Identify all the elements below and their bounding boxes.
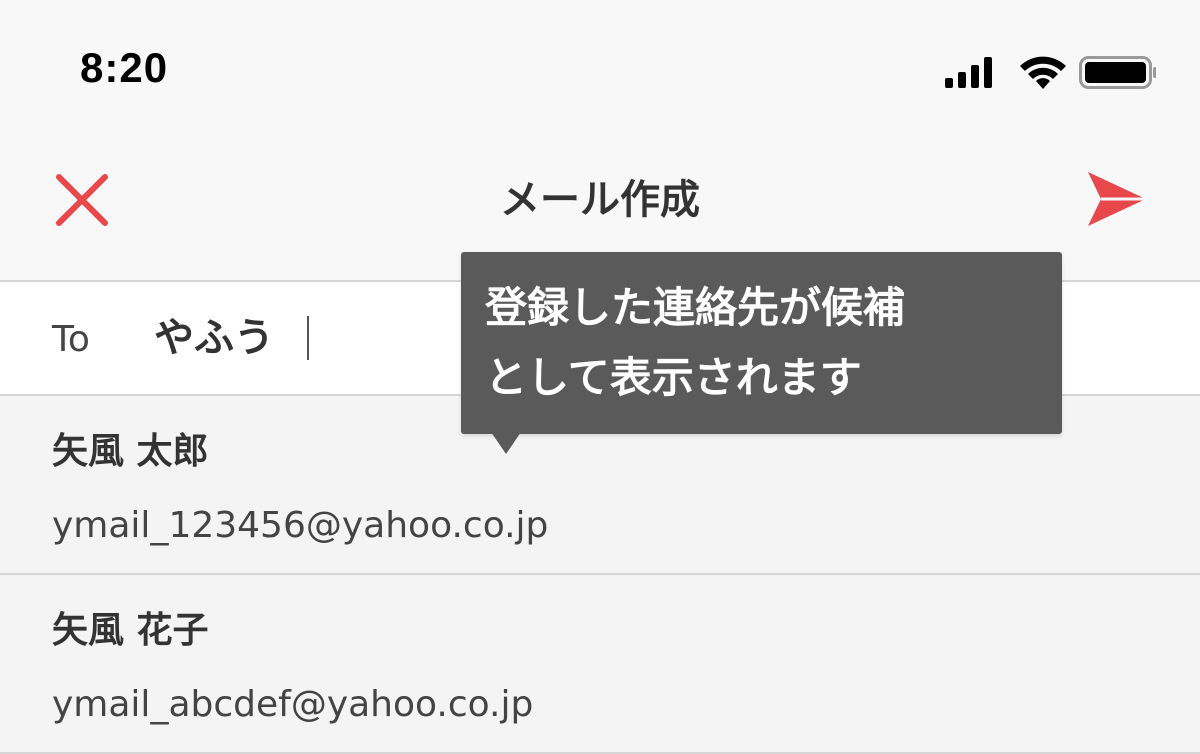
contact-suggestion-item[interactable]: 矢風 花子 ymail_abcdef@yahoo.co.jp bbox=[0, 575, 1200, 754]
contact-name: 矢風 花子 bbox=[52, 610, 209, 651]
text-caret bbox=[307, 316, 309, 360]
tooltip-text-line-1: 登録した連絡先が候補 bbox=[485, 283, 906, 332]
status-icons bbox=[945, 56, 1156, 89]
send-button[interactable] bbox=[1086, 170, 1148, 228]
to-input[interactable]: やふう bbox=[154, 310, 274, 366]
contact-email: ymail_abcdef@yahoo.co.jp bbox=[52, 684, 534, 725]
close-button[interactable] bbox=[52, 170, 112, 230]
suggestion-tooltip: 登録した連絡先が候補 として表示されます bbox=[461, 252, 1062, 434]
tooltip-text-line-2: として表示されます bbox=[485, 353, 862, 402]
to-label: To bbox=[52, 319, 90, 360]
contact-name: 矢風 太郎 bbox=[52, 431, 209, 472]
wifi-icon bbox=[1020, 56, 1066, 89]
contact-email: ymail_123456@yahoo.co.jp bbox=[52, 505, 549, 546]
cellular-signal-icon bbox=[945, 57, 992, 88]
page-title: メール作成 bbox=[500, 177, 700, 223]
tooltip-arrow bbox=[491, 432, 521, 454]
contact-suggestion-list: 矢風 太郎 ymail_123456@yahoo.co.jp 矢風 花子 yma… bbox=[0, 396, 1200, 754]
battery-icon bbox=[1079, 56, 1156, 89]
close-icon bbox=[56, 174, 108, 226]
status-bar: 8:20 bbox=[0, 0, 1200, 140]
send-icon bbox=[1088, 172, 1146, 226]
status-time: 8:20 bbox=[80, 44, 169, 91]
